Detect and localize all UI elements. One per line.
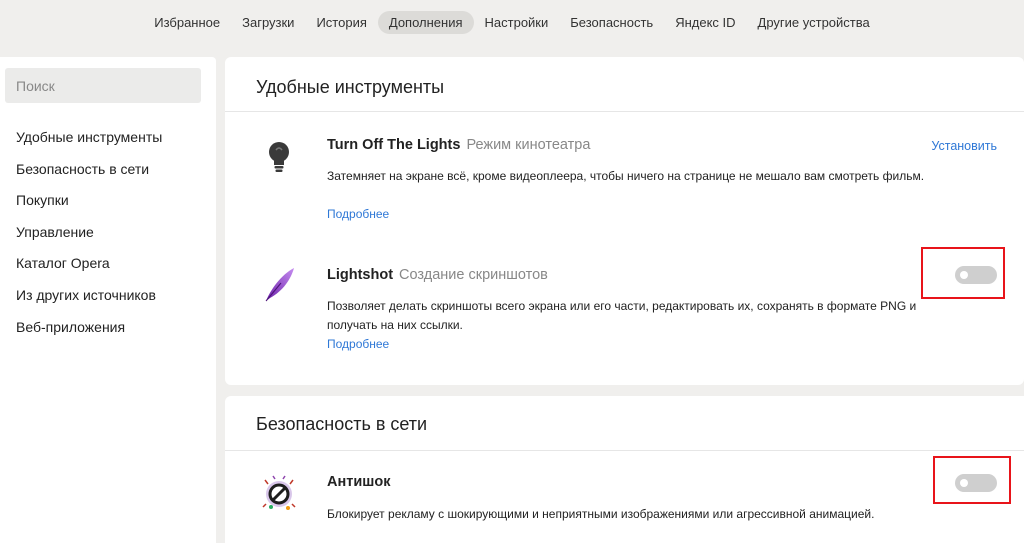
antishock-icon	[261, 474, 297, 514]
tab-bar: Избранное Загрузки История Дополнения На…	[143, 10, 881, 34]
extension-name: Lightshot Создание скриншотов	[327, 267, 548, 283]
sidebar: Удобные инструменты Безопасность в сети …	[0, 57, 216, 543]
tab-extensions[interactable]: Дополнения	[377, 10, 474, 34]
sidebar-item-opera-catalog[interactable]: Каталог Opera	[16, 253, 162, 285]
more-link[interactable]: Подробнее	[327, 337, 389, 351]
extension-name: Антишок	[327, 474, 390, 490]
tab-other-devices[interactable]: Другие устройства	[747, 11, 881, 34]
sidebar-list: Удобные инструменты Безопасность в сети …	[16, 127, 162, 348]
sidebar-item-other-sources[interactable]: Из других источников	[16, 285, 162, 317]
sidebar-item-management[interactable]: Управление	[16, 222, 162, 254]
tab-yandex-id[interactable]: Яндекс ID	[664, 11, 746, 34]
enable-toggle[interactable]	[955, 474, 997, 492]
extension-turn-off-the-lights: Turn Off The Lights Режим кинотеатра Уста…	[225, 111, 1024, 241]
sidebar-item-web-apps[interactable]: Веб-приложения	[16, 317, 162, 349]
feather-icon	[261, 265, 297, 305]
tab-history[interactable]: История	[305, 11, 377, 34]
extension-subtitle: Режим кинотеатра	[466, 137, 591, 153]
install-button[interactable]: Установить	[931, 139, 997, 153]
section-security-card: Безопасность в сети Антишок Блокирует ре…	[225, 396, 1024, 543]
extension-antishock: Антишок Блокирует рекламу с шокирующими …	[225, 450, 1024, 543]
extension-title: Антишок	[327, 474, 391, 490]
tab-downloads[interactable]: Загрузки	[231, 11, 305, 34]
extension-title: Turn Off The Lights	[327, 137, 461, 153]
tab-settings[interactable]: Настройки	[474, 11, 560, 34]
top-navigation: Избранное Загрузки История Дополнения На…	[0, 0, 1024, 44]
search-input[interactable]	[5, 68, 201, 103]
more-link[interactable]: Подробнее	[327, 207, 389, 221]
sidebar-item-tools[interactable]: Удобные инструменты	[16, 127, 162, 159]
extension-subtitle: Создание скриншотов	[399, 267, 548, 283]
enable-toggle[interactable]	[955, 266, 997, 284]
extension-lightshot: Lightshot Создание скриншотов Позволяет д…	[225, 241, 1024, 381]
section-title: Удобные инструменты	[256, 77, 445, 97]
extension-title: Lightshot	[327, 267, 394, 283]
toggle-knob	[960, 479, 968, 487]
extension-name: Turn Off The Lights Режим кинотеатра	[327, 137, 590, 153]
section-title: Безопасность в сети	[256, 414, 428, 434]
tab-favorites[interactable]: Избранное	[143, 11, 231, 34]
extension-description: Позволяет делать скриншоты всего экрана …	[327, 299, 917, 332]
tab-security[interactable]: Безопасность	[559, 11, 664, 34]
toggle-knob	[960, 271, 968, 279]
extension-description: Блокирует рекламу с шокирующими и неприя…	[327, 507, 875, 521]
extension-description: Затемняет на экране всё, кроме видеоплее…	[327, 169, 925, 183]
sidebar-item-shopping[interactable]: Покупки	[16, 190, 162, 222]
section-tools-card: Удобные инструменты Turn Off The Lights Р…	[225, 57, 1024, 385]
lightbulb-icon	[261, 137, 297, 177]
sidebar-item-security[interactable]: Безопасность в сети	[16, 159, 162, 191]
